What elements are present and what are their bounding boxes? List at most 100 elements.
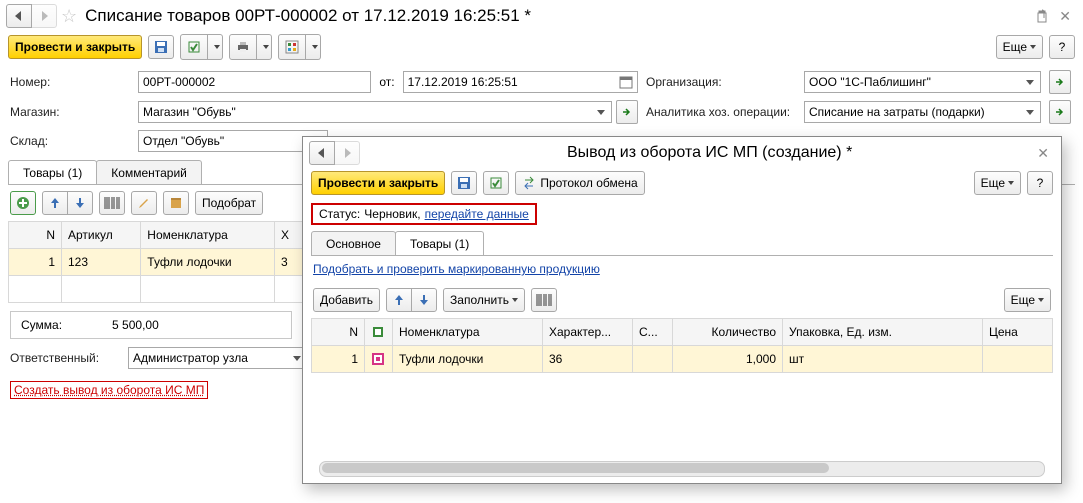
barcode-button[interactable] — [531, 288, 557, 312]
analytics-label: Аналитика хоз. операции: — [646, 105, 796, 119]
more-button[interactable]: Еще — [996, 35, 1043, 59]
pick-button[interactable]: Подобрат — [195, 191, 263, 215]
col-nomen[interactable]: Номенклатура — [141, 222, 275, 249]
move-up-button[interactable] — [386, 288, 412, 312]
dialog-close-button[interactable]: ✕ — [1031, 145, 1055, 162]
warehouse-field[interactable]: Отдел "Обувь" — [138, 130, 328, 152]
move-up-button[interactable] — [42, 191, 68, 215]
arrow-left-icon — [13, 11, 25, 21]
window-title: Списание товаров 00РТ-000002 от 17.12.20… — [85, 6, 531, 26]
store-field[interactable]: Магазин "Обувь" — [138, 101, 612, 123]
open-ref-icon — [1054, 106, 1066, 118]
exchange-protocol-button[interactable]: Протокол обмена — [515, 171, 644, 195]
pick-marked-link[interactable]: Подобрать и проверить маркированную прод… — [313, 262, 600, 276]
edit-row-button[interactable] — [131, 191, 157, 215]
col-n[interactable]: N — [9, 222, 62, 249]
mark-cell — [365, 346, 393, 373]
more-button[interactable]: Еще — [974, 171, 1021, 195]
col-n[interactable]: N — [312, 319, 365, 346]
col-nomen[interactable]: Номенклатура — [393, 319, 543, 346]
date-field[interactable]: 17.12.2019 16:25:51 — [403, 71, 638, 93]
plus-icon — [16, 196, 30, 210]
responsible-field[interactable]: Администратор узла — [128, 347, 308, 369]
org-label: Организация: — [646, 75, 796, 89]
status-action-link[interactable]: передайте данные — [425, 207, 529, 221]
nav-forward-button[interactable] — [334, 141, 360, 165]
tab-goods[interactable]: Товары (1) — [395, 231, 484, 255]
open-ref-icon — [1054, 76, 1066, 88]
arrow-down-icon — [419, 294, 429, 306]
close-button[interactable]: ✕ — [1053, 8, 1077, 25]
attach-icon[interactable] — [1035, 9, 1049, 23]
exchange-icon — [522, 176, 536, 190]
tab-main[interactable]: Основное — [311, 231, 396, 255]
save-button[interactable] — [148, 35, 174, 59]
nav-back-forward[interactable] — [309, 141, 360, 165]
save-button[interactable] — [451, 171, 477, 195]
favorite-star-icon[interactable]: ☆ — [61, 6, 77, 27]
org-field[interactable]: ООО "1С-Паблишинг" — [804, 71, 1041, 93]
table-row[interactable]: 1 123 Туфли лодочки 3 — [9, 249, 308, 276]
status-label: Статус: — [319, 207, 360, 221]
arrow-down-icon — [75, 197, 85, 209]
status-value: Черновик, — [364, 207, 420, 221]
arrow-left-icon — [316, 148, 328, 158]
move-down-button[interactable] — [67, 191, 93, 215]
add-row-button[interactable] — [10, 191, 36, 215]
post-and-close-button[interactable]: Провести и закрыть — [8, 35, 142, 59]
nav-back-forward[interactable] — [6, 4, 57, 28]
print-button[interactable] — [229, 34, 272, 60]
status-box: Статус: Черновик, передайте данные — [311, 203, 537, 225]
open-ref-icon — [621, 106, 633, 118]
col-pack[interactable]: Упаковка, Ед. изм. — [783, 319, 983, 346]
warehouse-label: Склад: — [10, 134, 130, 148]
table-row[interactable]: 1 Туфли лодочки 36 1,000 шт — [312, 346, 1053, 373]
fill-button[interactable]: Заполнить — [443, 288, 525, 312]
post-button[interactable] — [483, 171, 509, 195]
col-sku[interactable]: Артикул — [62, 222, 141, 249]
store-open-button[interactable] — [616, 100, 638, 124]
table-row[interactable] — [9, 276, 308, 303]
post-and-close-label: Провести и закрыть — [15, 40, 135, 54]
calendar-icon[interactable] — [619, 75, 633, 89]
store-label: Магазин: — [10, 105, 130, 119]
number-field[interactable]: 00РТ-000002 — [138, 71, 371, 93]
help-button[interactable]: ? — [1049, 35, 1075, 59]
nav-back-button[interactable] — [6, 4, 32, 28]
more-label: Еще — [1003, 40, 1027, 54]
floppy-icon — [154, 40, 168, 54]
analytics-open-button[interactable] — [1049, 100, 1071, 124]
table-report-icon — [285, 40, 299, 54]
mark-col-icon — [371, 325, 385, 339]
col-qty[interactable]: Количество — [673, 319, 783, 346]
overlay-goods-table[interactable]: N Номенклатура Характер... С... Количест… — [311, 318, 1053, 373]
analytics-field[interactable]: Списание на затраты (подарки) — [804, 101, 1041, 123]
post-button[interactable] — [180, 34, 223, 60]
nav-forward-button[interactable] — [31, 4, 57, 28]
barcode-button[interactable] — [99, 191, 125, 215]
post-and-close-button[interactable]: Провести и закрыть — [311, 171, 445, 195]
goods-table[interactable]: N Артикул Номенклатура Х 1 123 Туфли лод… — [8, 221, 308, 303]
arrow-up-icon — [50, 197, 60, 209]
horizontal-scrollbar[interactable] — [319, 461, 1045, 477]
org-open-button[interactable] — [1049, 70, 1071, 94]
help-button[interactable]: ? — [1027, 171, 1053, 195]
help-label: ? — [1059, 40, 1066, 54]
tab-goods[interactable]: Товары (1) — [8, 160, 97, 184]
more-button[interactable]: Еще — [1004, 288, 1051, 312]
col-s[interactable]: С... — [633, 319, 673, 346]
add-button[interactable]: Добавить — [313, 288, 380, 312]
col-price[interactable]: Цена — [983, 319, 1053, 346]
tab-comment[interactable]: Комментарий — [96, 160, 202, 184]
create-withdrawal-link[interactable]: Создать вывод из оборота ИС МП — [10, 381, 208, 399]
nav-back-button[interactable] — [309, 141, 335, 165]
reports-button[interactable] — [278, 34, 321, 60]
move-down-button[interactable] — [411, 288, 437, 312]
load-file-button[interactable] — [163, 191, 189, 215]
col-char[interactable]: Характер... — [543, 319, 633, 346]
post-icon — [489, 176, 503, 190]
responsible-label: Ответственный: — [10, 351, 122, 365]
col-mark[interactable] — [365, 319, 393, 346]
move-row-group — [42, 191, 93, 215]
withdrawal-dialog: Вывод из оборота ИС МП (создание) * ✕ Пр… — [302, 136, 1062, 484]
